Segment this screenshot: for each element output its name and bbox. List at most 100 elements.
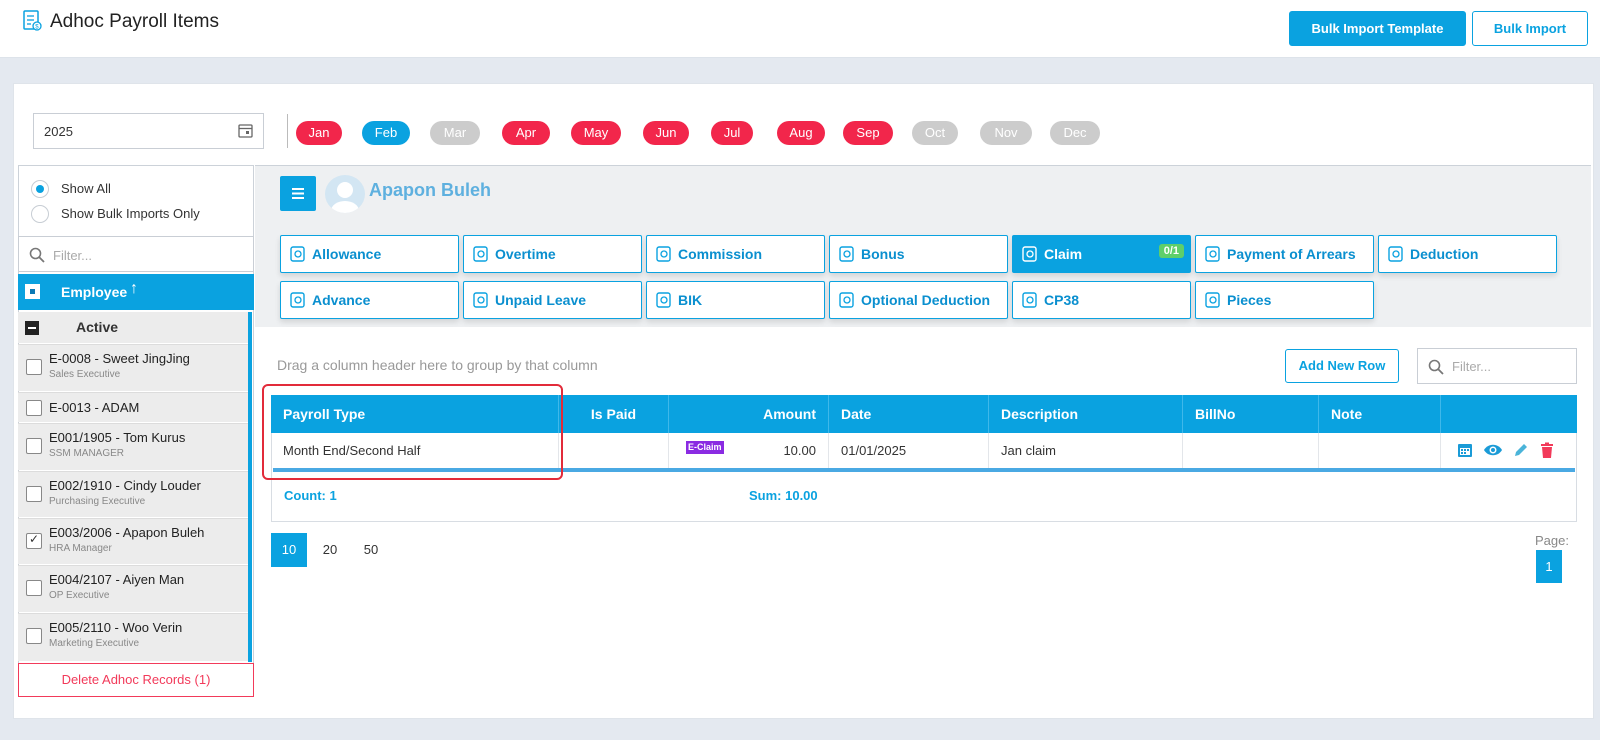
tab-pieces[interactable]: Pieces	[1195, 281, 1374, 319]
user-avatar-icon	[331, 182, 359, 213]
column-header-description[interactable]: Description	[989, 395, 1183, 433]
show-bulk-radio[interactable]	[31, 205, 49, 223]
hamburger-icon	[292, 188, 304, 199]
bulk-import-template-button[interactable]: Bulk Import Template	[1289, 11, 1466, 46]
page-size-10[interactable]: 10	[271, 533, 307, 567]
show-all-radio[interactable]	[31, 180, 49, 198]
cell-billno[interactable]	[1183, 433, 1319, 469]
month-aug[interactable]: Aug	[777, 121, 825, 145]
add-new-row-button[interactable]: Add New Row	[1285, 349, 1399, 383]
month-jan[interactable]: Jan	[296, 121, 342, 145]
select-all-checkbox[interactable]	[25, 284, 40, 299]
tab-overtime[interactable]: Overtime	[463, 235, 642, 273]
allowance-icon	[290, 246, 305, 262]
column-header-note[interactable]: Note	[1319, 395, 1441, 433]
group-row-active[interactable]: Active	[18, 312, 248, 343]
optional-deduction-icon	[839, 292, 854, 308]
sidebar-scrollbar[interactable]	[248, 312, 252, 662]
employee-checkbox[interactable]	[26, 486, 42, 502]
employee-header-label: Employee	[61, 284, 128, 300]
tab-allowance[interactable]: Allowance	[280, 235, 459, 273]
employee-checkbox[interactable]	[26, 400, 42, 416]
employee-checkbox[interactable]	[26, 438, 42, 454]
month-jul[interactable]: Jul	[711, 121, 753, 145]
tab-label: BIK	[678, 292, 703, 308]
tab-unpaid-leave[interactable]: Unpaid Leave	[463, 281, 642, 319]
sort-ascending-icon[interactable]: ↑	[130, 280, 138, 298]
employee-row[interactable]: E-0008 - Sweet JingJing Sales Executive	[18, 344, 248, 391]
employee-name: E005/2110 - Woo Verin	[49, 620, 183, 635]
employee-name: E001/1905 - Tom Kurus	[49, 430, 186, 445]
show-all-label: Show All	[61, 181, 111, 196]
commission-icon	[656, 246, 671, 262]
employee-role: SSM MANAGER	[49, 448, 125, 459]
menu-toggle-button[interactable]	[280, 176, 316, 211]
payroll-document-icon: $	[23, 10, 42, 31]
view-eye-icon[interactable]	[1483, 441, 1503, 459]
top-bar: $ Adhoc Payroll Items Bulk Import Templa…	[0, 0, 1600, 58]
employee-checkbox[interactable]	[26, 580, 42, 596]
tab-cp38[interactable]: CP38	[1012, 281, 1191, 319]
employee-filter-input[interactable]: Filter...	[18, 236, 254, 272]
tab-label: Deduction	[1410, 246, 1479, 262]
tab-commission[interactable]: Commission	[646, 235, 825, 273]
cell-description[interactable]: Jan claim	[989, 433, 1183, 469]
tab-label: Commission	[678, 246, 763, 262]
selected-employee-name: Apapon Buleh	[369, 180, 491, 200]
column-header-date[interactable]: Date	[829, 395, 989, 433]
employee-checkbox[interactable]	[26, 628, 42, 644]
delete-trash-icon[interactable]	[1538, 441, 1556, 459]
tab-bik[interactable]: BIK	[646, 281, 825, 319]
month-apr[interactable]: Apr	[502, 121, 550, 145]
arrears-icon	[1205, 246, 1220, 262]
calendar-icon[interactable]	[238, 123, 253, 138]
month-may[interactable]: May	[571, 121, 621, 145]
pieces-icon	[1205, 292, 1220, 308]
cell-is-paid[interactable]	[559, 433, 669, 469]
employee-row[interactable]: E-0013 - ADAM	[18, 392, 248, 422]
calendar-icon[interactable]	[1456, 441, 1474, 459]
employee-row[interactable]: E001/1905 - Tom Kurus SSM MANAGER	[18, 423, 248, 470]
column-header-is-paid[interactable]: Is Paid	[559, 395, 669, 433]
month-sep[interactable]: Sep	[843, 121, 893, 145]
year-picker[interactable]: 2025	[33, 113, 264, 149]
highlight-annotation	[262, 384, 563, 480]
employee-column-header[interactable]: Employee ↑	[18, 274, 254, 310]
tab-label: Bonus	[861, 246, 905, 262]
column-header-amount[interactable]: Amount	[669, 395, 829, 433]
page-size-20[interactable]: 20	[312, 533, 348, 567]
cell-note[interactable]	[1319, 433, 1441, 469]
delete-adhoc-records-button[interactable]: Delete Adhoc Records (1)	[18, 663, 254, 697]
page-size-50[interactable]: 50	[353, 533, 389, 567]
employee-row[interactable]: E002/1910 - Cindy Louder Purchasing Execu…	[18, 471, 248, 517]
grid-filter-placeholder: Filter...	[1452, 359, 1492, 374]
employee-checkbox[interactable]	[26, 359, 42, 375]
page-button-1[interactable]: 1	[1536, 550, 1562, 583]
tab-deduction[interactable]: Deduction	[1378, 235, 1557, 273]
advance-icon	[290, 292, 305, 308]
tab-label: Unpaid Leave	[495, 292, 587, 308]
edit-pencil-icon[interactable]	[1512, 441, 1530, 459]
month-jun[interactable]: Jun	[643, 121, 689, 145]
cell-date[interactable]: 01/01/2025	[829, 433, 989, 469]
month-feb[interactable]: Feb	[362, 121, 410, 145]
tab-payment-of-arrears[interactable]: Payment of Arrears	[1195, 235, 1374, 273]
tab-optional-deduction[interactable]: Optional Deduction	[829, 281, 1008, 319]
employee-row[interactable]: E003/2006 - Apapon Buleh HRA Manager	[18, 518, 248, 564]
group-by-hint: Drag a column header here to group by th…	[277, 357, 598, 373]
employee-row[interactable]: E005/2110 - Woo Verin Marketing Executive	[18, 613, 248, 661]
column-header-billno[interactable]: BillNo	[1183, 395, 1319, 433]
employee-name: E003/2006 - Apapon Buleh	[49, 525, 205, 540]
employee-checkbox[interactable]	[26, 532, 42, 549]
bulk-import-button[interactable]: Bulk Import	[1472, 11, 1588, 46]
tab-bonus[interactable]: Bonus	[829, 235, 1008, 273]
employee-name: E004/2107 - Aiyen Man	[49, 572, 185, 587]
grid-filter-input[interactable]: Filter...	[1417, 348, 1577, 384]
tab-advance[interactable]: Advance	[280, 281, 459, 319]
month-dec: Dec	[1050, 121, 1100, 145]
tab-claim[interactable]: Claim 0/1	[1012, 235, 1191, 273]
collapse-icon[interactable]	[25, 321, 39, 335]
employee-row[interactable]: E004/2107 - Aiyen Man OP Executive	[18, 565, 248, 612]
bonus-icon	[839, 246, 854, 262]
tab-label: Allowance	[312, 246, 382, 262]
